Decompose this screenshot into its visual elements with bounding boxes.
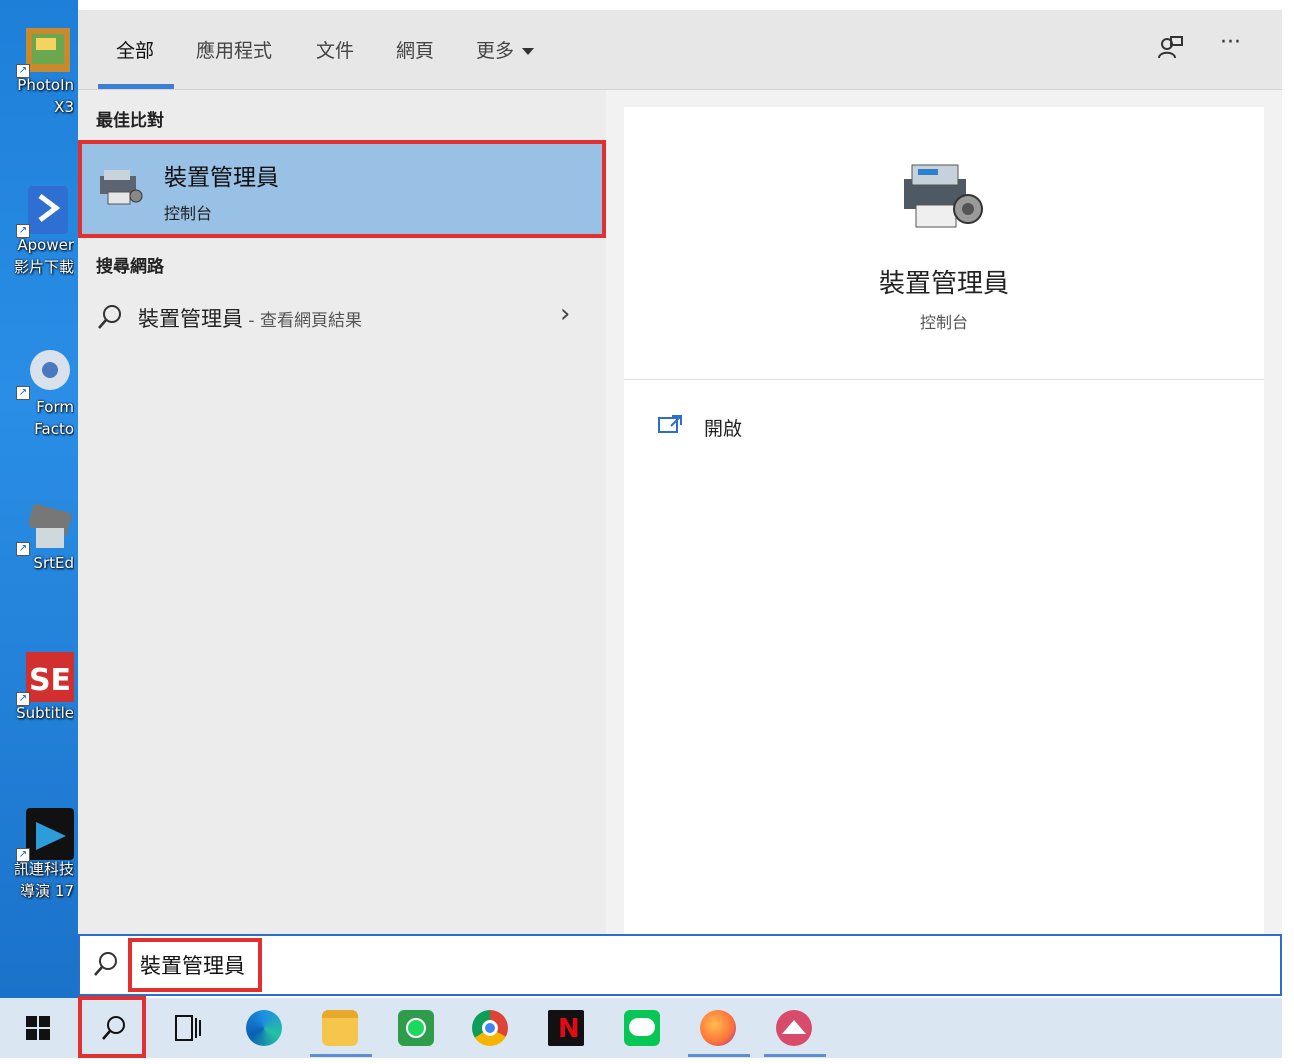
task-view-icon	[175, 1015, 201, 1041]
desktop-icon-powerdirector[interactable]: ↗ 訊連科技 導演 17	[4, 806, 76, 902]
running-indicator	[764, 1054, 826, 1057]
photo-app-icon: ↗	[16, 22, 74, 78]
tab-more[interactable]: 更多	[476, 36, 535, 63]
svg-text:SE: SE	[29, 663, 71, 698]
chrome-icon[interactable]	[472, 1010, 508, 1046]
edge-icon[interactable]	[246, 1010, 282, 1046]
open-action-label: 開啟	[704, 418, 743, 440]
search-bar	[78, 934, 1282, 996]
tab-web[interactable]: 網頁	[396, 36, 434, 63]
shortcut-arrow-icon: ↗	[16, 692, 30, 706]
desktop-icon-label: X3	[54, 98, 74, 116]
taskbar: N	[0, 996, 1282, 1058]
web-search-query: 裝置管理員	[138, 307, 243, 331]
line-icon[interactable]	[624, 1010, 660, 1046]
preview-pane: 裝置管理員 控制台 開啟	[624, 107, 1264, 934]
task-view-button[interactable]	[158, 998, 218, 1058]
firefox-icon[interactable]	[700, 1010, 736, 1046]
search-input[interactable]	[128, 938, 262, 992]
desktop-icon-label: 影片下載	[13, 258, 74, 276]
video-downloader-icon: ↗	[16, 182, 74, 238]
netflix-icon[interactable]: N	[548, 1010, 584, 1046]
search-icon	[96, 303, 124, 335]
search-tabs: 全部 應用程式 文件 網頁 更多 ···	[78, 10, 1282, 90]
windows-start-button[interactable]	[8, 998, 68, 1058]
preview-divider	[624, 379, 1264, 380]
shortcut-arrow-icon: ↗	[16, 224, 30, 238]
tab-documents[interactable]: 文件	[316, 36, 354, 63]
preview-title: 裝置管理員	[878, 269, 1009, 299]
best-match-name: 裝置管理員	[164, 165, 279, 191]
device-manager-icon	[96, 166, 146, 214]
feedback-icon[interactable]	[1156, 34, 1184, 68]
chevron-down-icon	[522, 48, 535, 55]
search-icon	[102, 1016, 125, 1040]
chevron-right-icon[interactable]: ›	[560, 299, 570, 329]
best-match-item[interactable]: 裝置管理員 控制台	[78, 140, 606, 238]
windows-logo-icon	[26, 1016, 50, 1040]
web-search-label: 裝置管理員 - 查看網頁結果	[138, 303, 362, 333]
desktop-icon-label: 導演 17	[20, 882, 74, 900]
tab-more-label: 更多	[476, 40, 515, 62]
desktop-icon-subtitleedit[interactable]: SE ↗ Subtitle	[4, 650, 76, 724]
file-explorer-icon[interactable]	[322, 1010, 358, 1046]
search-panel: 全部 應用程式 文件 網頁 更多 ··· 最佳比對 裝置管理員 控制台 搜尋網路	[78, 10, 1282, 934]
screen: ↗ PhotoIn X3 ↗ Apower 影片下載 ↗ Form Facto …	[0, 0, 1294, 1064]
tab-all[interactable]: 全部	[116, 36, 154, 63]
subtitle-file-icon: ↗	[16, 500, 74, 556]
open-icon	[658, 413, 684, 439]
shortcut-arrow-icon: ↗	[16, 848, 30, 862]
search-web-heading: 搜尋網路	[96, 257, 164, 277]
best-match-heading: 最佳比對	[96, 111, 164, 131]
desktop-icon-apowersoft[interactable]: ↗ Apower 影片下載	[4, 182, 76, 278]
shortcut-arrow-icon: ↗	[16, 386, 30, 400]
search-icon	[92, 950, 120, 982]
device-manager-large-icon	[898, 157, 990, 237]
web-search-result[interactable]: 裝置管理員 - 查看網頁結果 ›	[78, 295, 606, 339]
desktop: ↗ PhotoIn X3 ↗ Apower 影片下載 ↗ Form Facto …	[0, 0, 78, 1000]
desktop-icon-photoinstrument[interactable]: ↗ PhotoIn X3	[4, 22, 76, 118]
running-indicator	[688, 1054, 750, 1057]
web-search-suffix: - 查看網頁結果	[243, 311, 362, 331]
shortcut-arrow-icon: ↗	[16, 64, 30, 78]
preview-subtitle: 控制台	[919, 313, 968, 332]
running-indicator	[310, 1054, 372, 1057]
results-list: 最佳比對 裝置管理員 控制台 搜尋網路 裝置管理員 - 查看網頁結果 ›	[78, 90, 606, 934]
active-tab-indicator	[98, 84, 174, 89]
desktop-icon-formatfactory[interactable]: ↗ Form Facto	[4, 344, 76, 440]
spotify-icon[interactable]	[398, 1010, 434, 1046]
desktop-icon-label: Facto	[34, 420, 74, 438]
subtitle-edit-icon: SE ↗	[16, 650, 74, 706]
more-options-icon[interactable]: ···	[1220, 30, 1241, 55]
shortcut-arrow-icon: ↗	[16, 542, 30, 556]
powerdirector-icon: ↗	[16, 806, 74, 862]
desktop-icon-srtedit[interactable]: ↗ SrtEd	[4, 500, 76, 574]
tab-apps[interactable]: 應用程式	[196, 36, 272, 63]
mvp-icon[interactable]	[776, 1010, 812, 1046]
best-match-subtitle: 控制台	[164, 204, 213, 223]
format-factory-icon: ↗	[16, 344, 74, 400]
taskbar-search-button[interactable]	[78, 996, 146, 1058]
